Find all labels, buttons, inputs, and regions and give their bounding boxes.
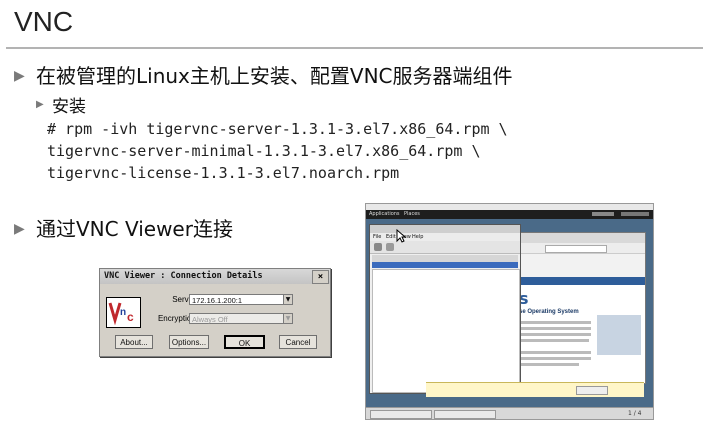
taskbar-item-vmm[interactable] [434, 410, 496, 419]
close-button[interactable]: × [312, 270, 329, 284]
taskbar-item-browser[interactable] [370, 410, 432, 419]
svg-text:n: n [120, 307, 126, 318]
bullet-vnc-viewer: 通过VNC Viewer连接 [36, 217, 233, 241]
vmm-window: File Edit View Help [369, 224, 521, 394]
vmm-toolbar [370, 241, 520, 254]
cancel-button[interactable]: Cancel [279, 335, 317, 349]
server-dropdown-button[interactable]: ▼ [283, 294, 293, 305]
code-line: # rpm -ivh tigervnc-server-1.3.1-3.el7.x… [47, 120, 508, 138]
sub-bullet-install: 安装 [52, 97, 86, 117]
choose-what-share-button[interactable] [576, 386, 608, 395]
browser-search-input[interactable] [545, 245, 607, 253]
dialog-titlebar: VNC Viewer : Connection Details × [100, 269, 330, 284]
notification-bar [426, 382, 644, 397]
browser-content: s se Operating System [517, 285, 645, 383]
clock-indicator [592, 212, 614, 216]
vm-list-header [372, 255, 518, 262]
mouse-cursor-icon [396, 228, 407, 247]
vm-list [372, 269, 520, 393]
ok-button[interactable]: OK [224, 335, 265, 349]
code-line: tigervnc-server-minimal-1.3.1-3.el7.x86_… [47, 142, 481, 160]
notification-close-icon[interactable] [610, 386, 618, 393]
about-button[interactable]: About... [115, 335, 153, 349]
taskbar: 1 / 4 [366, 407, 653, 419]
vnc-connection-dialog: VNC Viewer : Connection Details × n c Se… [99, 268, 331, 357]
vm-list-row[interactable] [372, 262, 518, 268]
vmm-menu-help[interactable]: Help [412, 233, 423, 241]
svg-text:c: c [127, 310, 134, 324]
encryption-select[interactable]: Always Off [189, 313, 286, 324]
applications-menu[interactable]: Applications [369, 210, 400, 219]
desktop-screenshot: Applications Places s se Operating Syste… [365, 203, 654, 420]
title-divider [6, 47, 703, 49]
encryption-dropdown-button[interactable]: ▼ [283, 313, 293, 324]
bullet-triangle-icon: ▶ [14, 221, 25, 237]
server-input[interactable]: 172.16.1.200:1 [189, 294, 286, 305]
vmm-menu-file[interactable]: File [373, 233, 381, 241]
vmm-menubar: File Edit View Help [370, 233, 520, 241]
vnc-logo-icon: n c [106, 297, 141, 328]
bullet-triangle-icon: ▶ [14, 68, 25, 84]
vmm-menu-edit[interactable]: Edit [386, 233, 396, 241]
dialog-title: VNC Viewer : Connection Details [104, 271, 263, 281]
vmm-titlebar [370, 225, 520, 233]
browser-nav-bar [517, 277, 645, 285]
gnome-top-bar: Applications Places [366, 210, 653, 219]
new-vm-icon[interactable] [374, 243, 382, 251]
sub-bullet-triangle-icon: ▶ [36, 99, 44, 110]
places-menu[interactable]: Places [404, 210, 420, 219]
code-line: tigervnc-license-1.3.1-3.el7.noarch.rpm [47, 164, 400, 182]
browser-page-heading: se Operating System [519, 309, 579, 315]
bullet-install-config: 在被管理的Linux主机上安装、配置VNC服务器端组件 [36, 64, 513, 88]
open-vm-icon[interactable] [386, 243, 394, 251]
options-button[interactable]: Options... [169, 335, 209, 349]
slide-title: VNC [14, 6, 74, 37]
workspace-indicator: 1 / 4 [628, 410, 642, 417]
status-icons [621, 212, 649, 216]
